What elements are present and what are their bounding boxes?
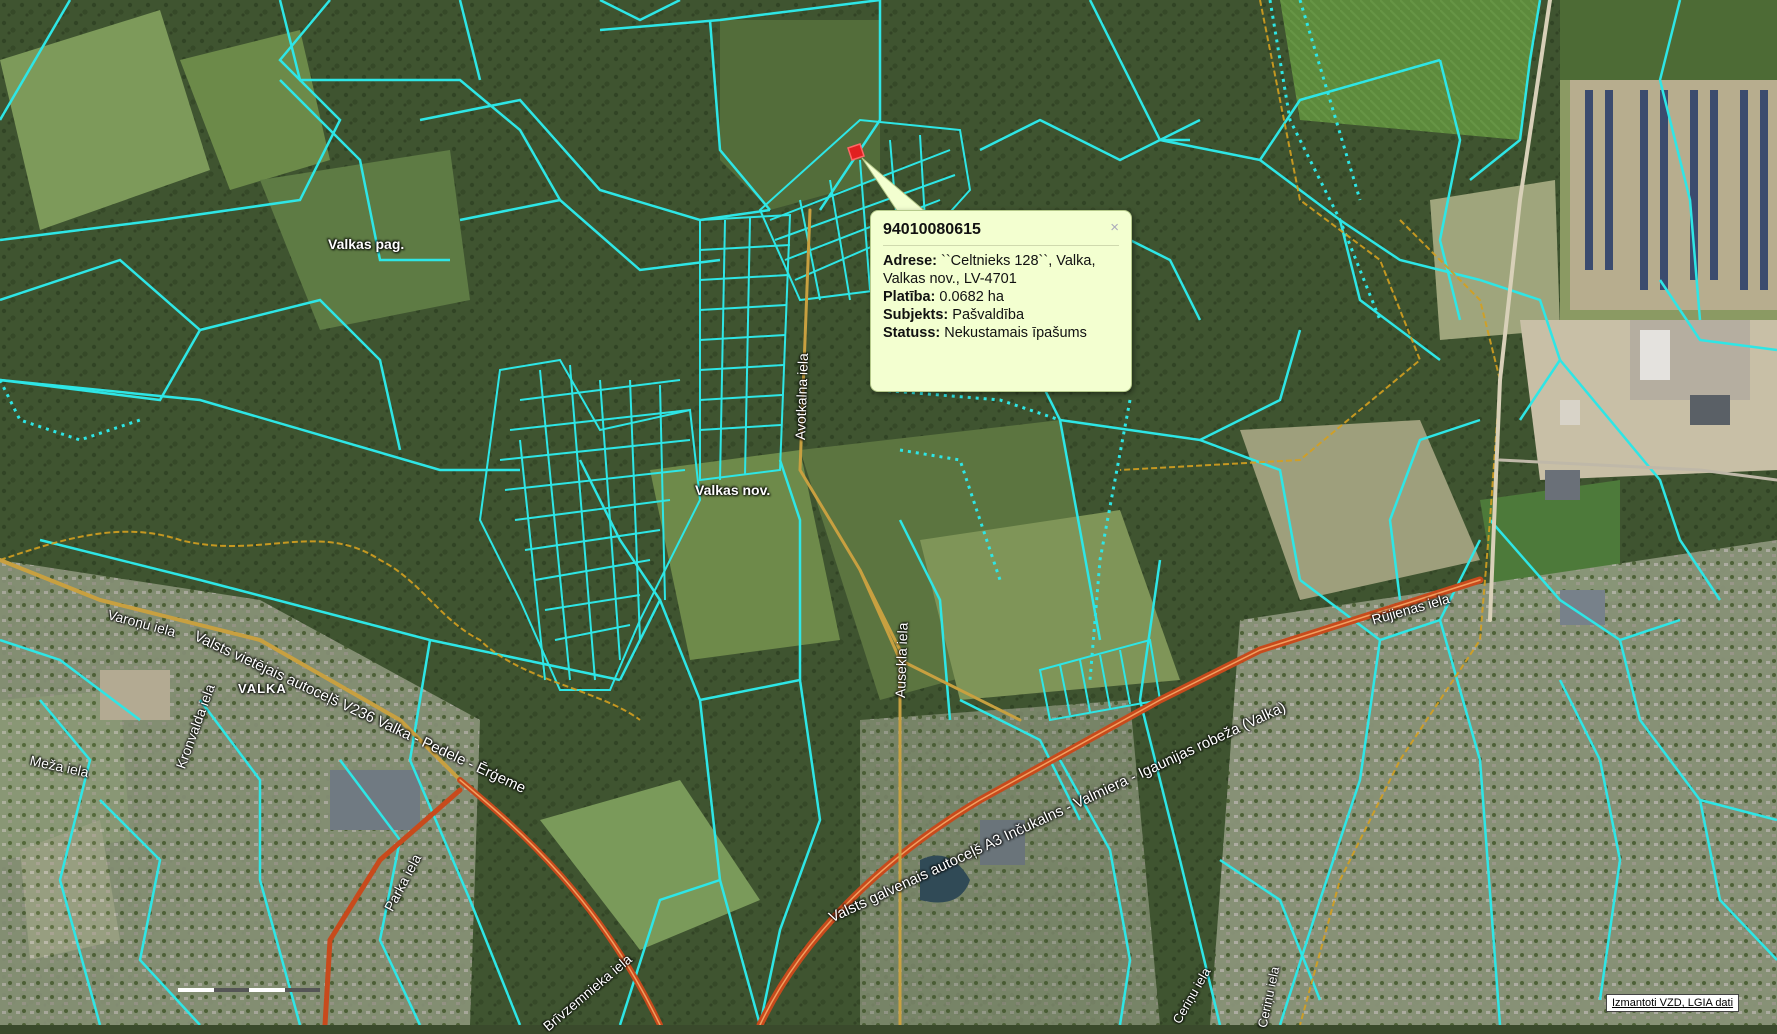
popup-row-subjekts: Subjekts: Pašvaldība [883, 306, 1119, 324]
popup-label: Statuss: [883, 325, 941, 341]
field [1280, 0, 1540, 140]
field [720, 20, 880, 210]
field [1560, 0, 1777, 80]
popup-close-icon[interactable]: × [1110, 219, 1119, 236]
map-canvas[interactable] [0, 0, 1777, 1025]
popup-label: Adrese: [883, 253, 937, 269]
field [1430, 180, 1560, 340]
solar-park [1570, 80, 1777, 310]
street-label-ausekla: Auseklа iela [892, 622, 911, 699]
popup-value: 0.0682 ha [935, 289, 1004, 305]
popup-row-platiba: Platība: 0.0682 ha [883, 288, 1119, 306]
street-label-avotkalna: Avotkalna iela [792, 352, 812, 441]
popup-row-adrese: Adrese: ``Celtnieks 128``, Valka, Valkas… [883, 252, 1119, 288]
attribution-link[interactable]: Izmantoti VZD, LGIA dati [1606, 994, 1740, 1012]
popup-divider [883, 245, 1119, 246]
scale-bar [178, 988, 320, 992]
label-valkas-pag: Valkas pag. [328, 236, 405, 252]
popup-value: Pašvaldība [948, 307, 1025, 323]
label-valkas-nov: Valkas nov. [695, 482, 771, 498]
popup-value: Nekustamais īpašums [940, 325, 1087, 341]
popup-label: Platība: [883, 289, 936, 305]
parcel-info-popup: × 94010080615 Adrese: ``Celtnieks 128``,… [870, 210, 1132, 392]
popup-title: 94010080615 [883, 221, 981, 238]
popup-row-statuss: Statuss: Nekustamais īpašums [883, 324, 1119, 342]
popup-label: Subjekts: [883, 307, 949, 323]
